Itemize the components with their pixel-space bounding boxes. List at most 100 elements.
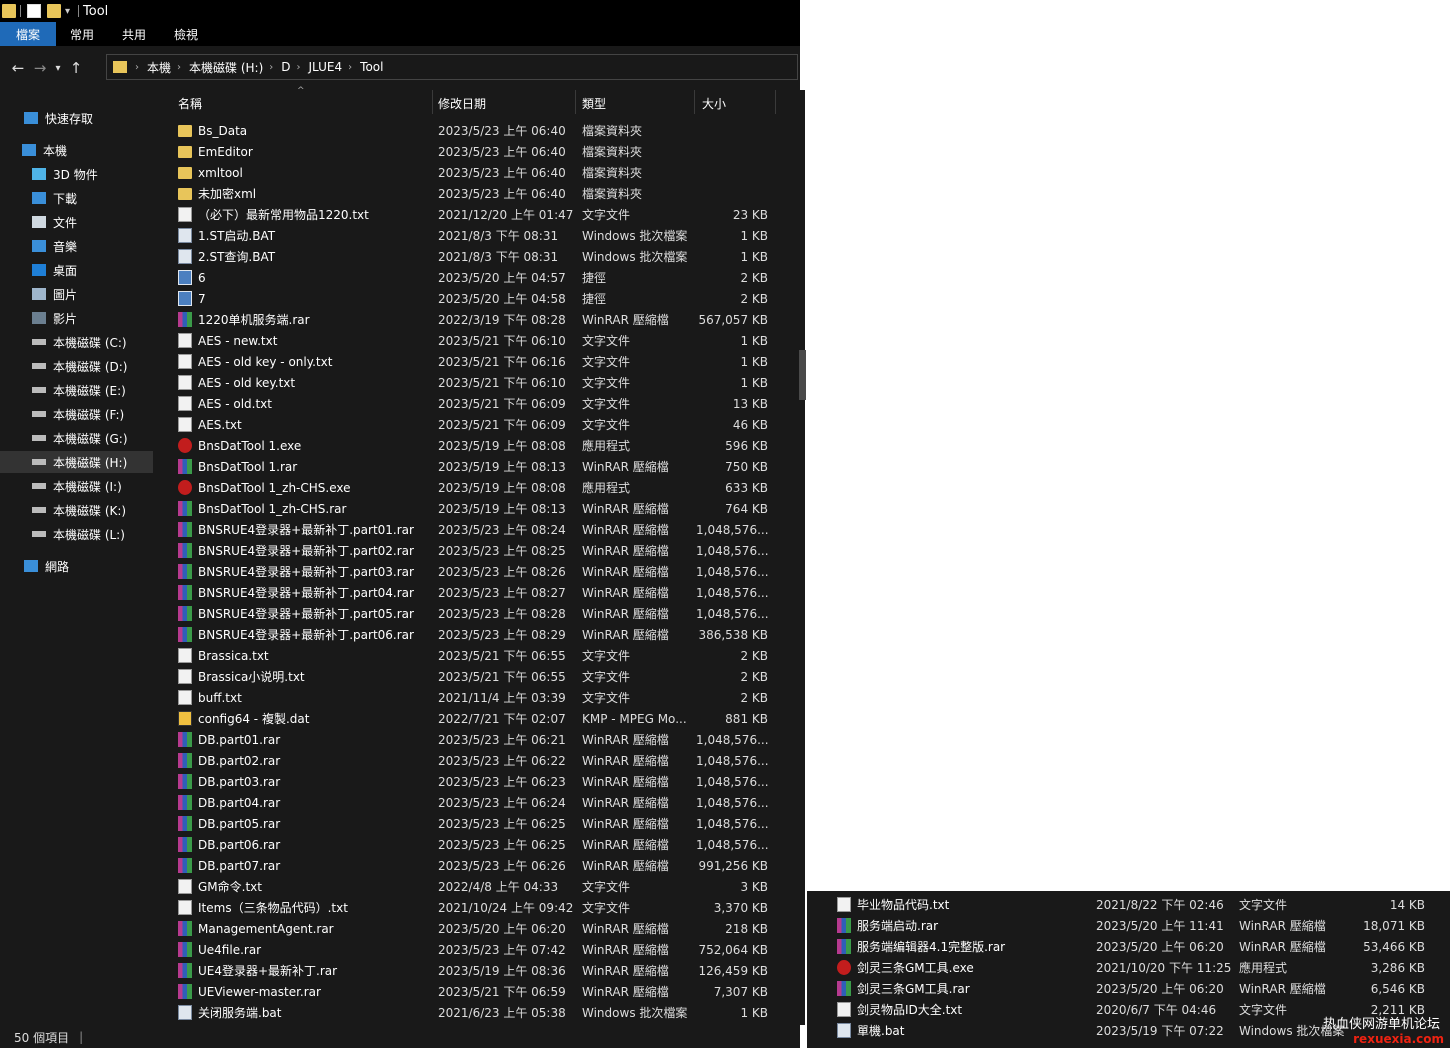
sidebar-item[interactable]: 本機磁碟 (L:) <box>0 523 153 545</box>
breadcrumb-d[interactable]: D <box>281 60 290 74</box>
file-row[interactable]: Bs_Data 2023/5/23 上午 06:40 檔案資料夾 <box>160 120 800 141</box>
file-row[interactable]: AES - old key.txt 2023/5/21 下午 06:10 文字文件 1… <box>160 372 800 393</box>
file-row[interactable]: Items（三条物品代码）.txt 2021/10/24 上午 09:42 文字文件… <box>160 897 800 918</box>
sidebar-item[interactable]: 本機磁碟 (H:) <box>0 451 153 473</box>
sidebar-item[interactable]: 本機磁碟 (F:) <box>0 403 153 425</box>
file-row[interactable]: DB.part05.rar 2023/5/23 上午 06:25 WinRAR 壓縮… <box>160 813 800 834</box>
new-folder-icon[interactable] <box>47 4 61 18</box>
sidebar-item[interactable]: 圖片 <box>0 283 153 305</box>
file-row[interactable]: DB.part03.rar 2023/5/23 上午 06:23 WinRAR 壓縮… <box>160 771 800 792</box>
file-row[interactable]: DB.part01.rar 2023/5/23 上午 06:21 WinRAR 壓縮… <box>160 729 800 750</box>
file-row[interactable]: DB.part02.rar 2023/5/23 上午 06:22 WinRAR 壓縮… <box>160 750 800 771</box>
file-date: 2023/5/23 上午 06:26 <box>438 859 566 873</box>
recent-locations-icon[interactable]: ▾ <box>51 63 65 74</box>
file-size: 2 KB <box>740 690 768 705</box>
sidebar-item-label: 本機磁碟 (D:) <box>53 359 128 374</box>
sidebar-item[interactable]: 桌面 <box>0 259 153 281</box>
file-row[interactable]: 毕业物品代码.txt 2021/8/22 下午 02:46 文字文件 14 KB <box>807 894 1450 915</box>
file-row[interactable]: Ue4file.rar 2023/5/23 上午 07:42 WinRAR 壓縮檔 7… <box>160 939 800 960</box>
file-row[interactable]: BnsDatTool 1.rar 2023/5/19 上午 08:13 WinRAR… <box>160 456 800 477</box>
file-row[interactable]: 服务端编辑器4.1完整版.rar 2023/5/20 上午 06:20 WinRAR… <box>807 936 1450 957</box>
file-size: 2 KB <box>740 669 768 684</box>
file-row[interactable]: 服务端启动.rar 2023/5/20 上午 11:41 WinRAR 壓縮檔 18,… <box>807 915 1450 936</box>
sidebar-item[interactable]: 影片 <box>0 307 153 329</box>
sidebar-item[interactable]: 本機磁碟 (G:) <box>0 427 153 449</box>
file-row[interactable]: 1.ST启动.BAT 2021/8/3 下午 08:31 Windows 批次檔案 1… <box>160 225 800 246</box>
sidebar-item[interactable]: 本機磁碟 (K:) <box>0 499 153 521</box>
column-header-size[interactable]: 大小 <box>698 90 774 116</box>
file-date: 2023/5/19 上午 08:13 <box>438 502 566 516</box>
video-icon <box>32 312 46 324</box>
file-row[interactable]: UE4登录器+最新补丁.rar 2023/5/19 上午 08:36 WinRAR … <box>160 960 800 981</box>
sidebar-item[interactable]: 本機磁碟 (D:) <box>0 355 153 377</box>
tab-view[interactable]: 檢視 <box>160 22 212 46</box>
file-row[interactable]: BNSRUE4登录器+最新补丁.part06.rar 2023/5/23 上午 0… <box>160 624 800 645</box>
tab-share[interactable]: 共用 <box>108 22 160 46</box>
breadcrumb-drive-h[interactable]: 本機磁碟 (H:) <box>189 59 263 76</box>
file-row[interactable]: BNSRUE4登录器+最新补丁.part02.rar 2023/5/23 上午 0… <box>160 540 800 561</box>
file-row[interactable]: xmltool 2023/5/23 上午 06:40 檔案資料夾 <box>160 162 800 183</box>
file-row[interactable]: AES.txt 2023/5/21 下午 06:09 文字文件 46 KB <box>160 414 800 435</box>
file-name: config64 - 複製.dat <box>198 712 310 726</box>
file-row[interactable]: BNSRUE4登录器+最新补丁.part04.rar 2023/5/23 上午 0… <box>160 582 800 603</box>
file-row[interactable]: 剑灵三条GM工具.exe 2021/10/20 下午 11:25 應用程式 3,286… <box>807 957 1450 978</box>
forward-arrow-icon[interactable]: → <box>29 59 51 77</box>
file-row[interactable]: AES - new.txt 2023/5/21 下午 06:10 文字文件 1 KB <box>160 330 800 351</box>
properties-icon[interactable] <box>27 4 41 18</box>
breadcrumb-tool[interactable]: Tool <box>360 60 383 74</box>
file-row[interactable]: DB.part04.rar 2023/5/23 上午 06:24 WinRAR 壓縮… <box>160 792 800 813</box>
window-title: Tool <box>83 3 109 19</box>
file-row[interactable]: 未加密xml 2023/5/23 上午 06:40 檔案資料夾 <box>160 183 800 204</box>
file-row[interactable]: （必下）最新常用物品1220.txt 2021/12/20 上午 01:47 文字文… <box>160 204 800 225</box>
file-row[interactable]: BNSRUE4登录器+最新补丁.part03.rar 2023/5/23 上午 0… <box>160 561 800 582</box>
sidebar-item[interactable]: 3D 物件 <box>0 163 153 185</box>
file-row[interactable]: DB.part06.rar 2023/5/23 上午 06:25 WinRAR 壓縮… <box>160 834 800 855</box>
file-row[interactable]: 1220单机服务端.rar 2022/3/19 下午 08:28 WinRAR 壓縮… <box>160 309 800 330</box>
tab-home[interactable]: 常用 <box>56 22 108 46</box>
sidebar-item[interactable]: 快速存取 <box>0 107 153 129</box>
file-row[interactable]: BnsDatTool 1.exe 2023/5/19 上午 08:08 應用程式 59… <box>160 435 800 456</box>
file-row[interactable]: config64 - 複製.dat 2022/7/21 下午 02:07 KMP -… <box>160 708 800 729</box>
sidebar-item[interactable]: 本機磁碟 (E:) <box>0 379 153 401</box>
column-header-name[interactable]: 名稱 <box>174 90 432 116</box>
sidebar-item[interactable]: 網路 <box>0 555 153 577</box>
up-arrow-icon[interactable]: ↑ <box>65 59 87 77</box>
file-row[interactable]: 2.ST查询.BAT 2021/8/3 下午 08:31 Windows 批次檔案 1… <box>160 246 800 267</box>
column-header-date[interactable]: 修改日期 <box>434 90 574 116</box>
file-row[interactable]: BnsDatTool 1_zh-CHS.rar 2023/5/19 上午 08:1… <box>160 498 800 519</box>
file-row[interactable]: Brassica.txt 2023/5/21 下午 06:55 文字文件 2 KB <box>160 645 800 666</box>
file-row[interactable]: 6 2023/5/20 上午 04:57 捷徑 2 KB <box>160 267 800 288</box>
back-arrow-icon[interactable]: ← <box>7 59 29 77</box>
sidebar-item[interactable]: 文件 <box>0 211 153 233</box>
file-name-cell: 服务端编辑器4.1完整版.rar <box>837 938 1087 955</box>
file-row[interactable]: 剑灵三条GM工具.rar 2023/5/20 上午 06:20 WinRAR 壓縮檔… <box>807 978 1450 999</box>
file-row[interactable]: AES - old.txt 2023/5/21 下午 06:09 文字文件 13 KB <box>160 393 800 414</box>
sidebar-item[interactable]: 本機磁碟 (I:) <box>0 475 153 497</box>
file-row[interactable]: GM命令.txt 2022/4/8 上午 04:33 文字文件 3 KB <box>160 876 800 897</box>
file-row[interactable]: AES - old key - only.txt 2023/5/21 下午 06:… <box>160 351 800 372</box>
sidebar-item[interactable]: 本機磁碟 (C:) <box>0 331 153 353</box>
breadcrumb-jlue4[interactable]: JLUE4 <box>309 60 343 74</box>
file-row[interactable]: Brassica小说明.txt 2023/5/21 下午 06:55 文字文件 2 K… <box>160 666 800 687</box>
file-row[interactable]: EmEditor 2023/5/23 上午 06:40 檔案資料夾 <box>160 141 800 162</box>
sidebar-item[interactable]: 音樂 <box>0 235 153 257</box>
file-row[interactable]: BNSRUE4登录器+最新补丁.part05.rar 2023/5/23 上午 0… <box>160 603 800 624</box>
file-row[interactable]: BNSRUE4登录器+最新补丁.part01.rar 2023/5/23 上午 0… <box>160 519 800 540</box>
vertical-scrollbar[interactable] <box>797 90 805 1025</box>
breadcrumb-this-pc[interactable]: 本機 <box>147 59 171 76</box>
file-row[interactable]: DB.part07.rar 2023/5/23 上午 06:26 WinRAR 壓縮… <box>160 855 800 876</box>
file-row[interactable]: UEViewer-master.rar 2023/5/21 下午 06:59 Win… <box>160 981 800 1002</box>
tab-file[interactable]: 檔案 <box>0 22 57 46</box>
sidebar-item[interactable]: 本機 <box>0 139 153 161</box>
file-row[interactable]: buff.txt 2021/11/4 上午 03:39 文字文件 2 KB <box>160 687 800 708</box>
file-row[interactable]: ManagementAgent.rar 2023/5/20 上午 06:20 Win… <box>160 918 800 939</box>
scrollbar-thumb[interactable] <box>799 350 806 400</box>
file-row[interactable]: 关闭服务端.bat 2021/6/23 上午 05:38 Windows 批次檔案 1… <box>160 1002 800 1023</box>
customize-toolbar-icon[interactable]: ▾ <box>65 6 70 17</box>
file-row[interactable]: BnsDatTool 1_zh-CHS.exe 2023/5/19 上午 08:0… <box>160 477 800 498</box>
sidebar-item[interactable]: 下載 <box>0 187 153 209</box>
address-bar[interactable]: › 本機 › 本機磁碟 (H:) › D › JLUE4 › Tool <box>106 54 798 80</box>
file-row[interactable]: 7 2023/5/20 上午 04:58 捷徑 2 KB <box>160 288 800 309</box>
column-header-type[interactable]: 類型 <box>578 90 693 116</box>
file-date: 2023/5/23 上午 06:25 <box>438 817 566 831</box>
